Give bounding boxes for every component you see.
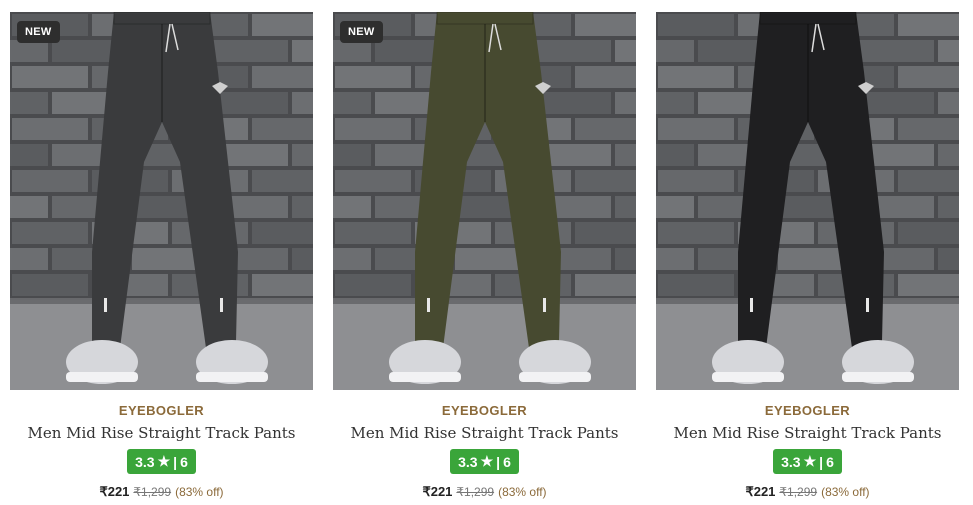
rating-value: 3.3 [458,453,478,470]
track-pants-image [10,12,313,390]
selling-price: ₹221 [422,484,453,499]
product-image[interactable]: NEW [333,12,636,390]
product-image[interactable]: NEW [10,12,313,390]
product-title[interactable]: Men Mid Rise Straight Track Pants [350,424,618,442]
rating-badge: 3.3 ★ | 6 [773,449,842,474]
price-row: ₹221 ₹1,299 (83% off) [422,484,546,500]
original-price: ₹1,299 [779,485,818,499]
product-title[interactable]: Men Mid Rise Straight Track Pants [27,424,295,442]
new-badge: NEW [340,21,383,43]
discount-text: (83% off) [821,485,870,499]
selling-price: ₹221 [99,484,130,499]
rating-separator: | [496,453,501,470]
price-row: ₹221 ₹1,299 (83% off) [745,484,869,500]
track-pants-image [656,12,959,390]
rating-separator: | [819,453,824,470]
review-count: 6 [826,453,834,470]
rating-value: 3.3 [781,453,801,470]
original-price: ₹1,299 [133,485,172,499]
original-price: ₹1,299 [456,485,495,499]
discount-text: (83% off) [175,485,224,499]
star-icon: ★ [157,453,171,469]
product-grid: NEW EYEBOGLER Men Mid Rise Straight Trac… [10,12,959,500]
product-card[interactable]: NEW EYEBOGLER Men Mid Rise Straight Trac… [10,12,313,500]
product-brand: EYEBOGLER [118,403,205,418]
star-icon: ★ [803,453,817,469]
review-count: 6 [180,453,188,470]
new-badge: NEW [17,21,60,43]
discount-text: (83% off) [498,485,547,499]
review-count: 6 [503,453,511,470]
product-image[interactable] [656,12,959,390]
rating-value: 3.3 [135,453,155,470]
selling-price: ₹221 [745,484,776,499]
product-brand: EYEBOGLER [441,403,528,418]
product-brand: EYEBOGLER [764,403,851,418]
product-card[interactable]: EYEBOGLER Men Mid Rise Straight Track Pa… [656,12,959,500]
price-row: ₹221 ₹1,299 (83% off) [99,484,223,500]
track-pants-image [333,12,636,390]
rating-badge: 3.3 ★ | 6 [127,449,196,474]
star-icon: ★ [480,453,494,469]
rating-separator: | [173,453,178,470]
product-card[interactable]: NEW EYEBOGLER Men Mid Rise Straight Trac… [333,12,636,500]
product-title[interactable]: Men Mid Rise Straight Track Pants [673,424,941,442]
rating-badge: 3.3 ★ | 6 [450,449,519,474]
